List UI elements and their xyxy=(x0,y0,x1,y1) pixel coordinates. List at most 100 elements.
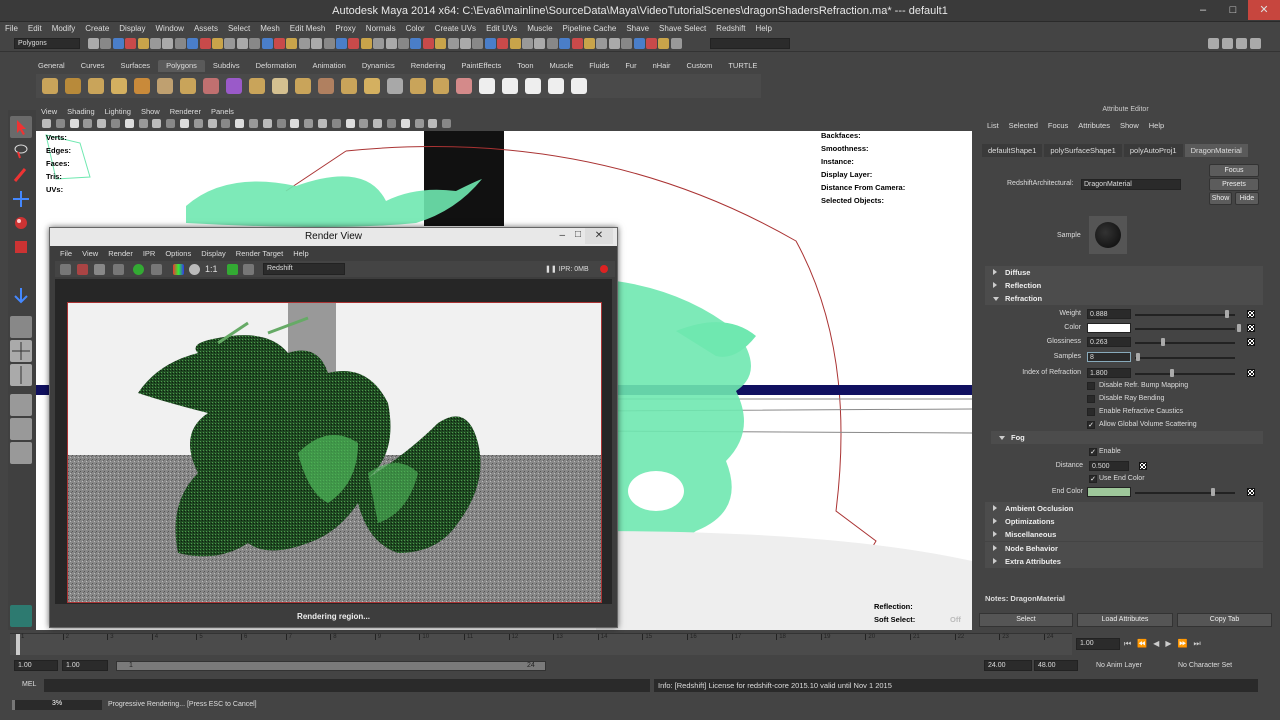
current-frame-field[interactable]: 1.00 xyxy=(1076,638,1120,650)
presets-button[interactable]: Presets xyxy=(1209,178,1259,191)
status-line-tool-icon[interactable] xyxy=(187,38,199,49)
status-line-tool-icon[interactable] xyxy=(584,38,595,49)
shelf-tab-polygons[interactable]: Polygons xyxy=(158,60,205,72)
viewport-toolbar-icon[interactable] xyxy=(414,119,424,128)
move-tool-icon[interactable] xyxy=(10,188,32,210)
menu-mesh[interactable]: Mesh xyxy=(255,22,285,36)
copy-tab-button[interactable]: Copy Tab xyxy=(1177,613,1272,627)
section-reflection[interactable]: Reflection xyxy=(985,279,1263,292)
menu-muscle[interactable]: Muscle xyxy=(522,22,557,36)
viewport-toolbar-icon[interactable] xyxy=(55,119,65,128)
renderer-dropdown[interactable]: Redshift xyxy=(263,263,345,275)
go-to-start-icon[interactable]: ⏮ xyxy=(1124,639,1137,648)
viewport-toolbar-icon[interactable] xyxy=(387,119,396,128)
ae-menu-focus[interactable]: Focus xyxy=(1043,120,1073,132)
section-ambient-occlusion[interactable]: Ambient Occlusion xyxy=(985,502,1263,515)
render-view-menu-ipr[interactable]: IPR xyxy=(138,248,161,260)
status-line-tool-icon[interactable] xyxy=(261,38,273,49)
persp-outliner-layout-icon[interactable] xyxy=(10,394,32,416)
ae-menu-help[interactable]: Help xyxy=(1144,120,1169,132)
menu-modify[interactable]: Modify xyxy=(47,22,81,36)
ae-tab-polyautoproj1[interactable]: polyAutoProj1 xyxy=(1123,144,1183,157)
menu-pipeline-cache[interactable]: Pipeline Cache xyxy=(558,22,622,36)
shelf-tool-icon[interactable] xyxy=(134,78,150,94)
viewport-toolbar-icon[interactable] xyxy=(428,119,438,128)
status-line-tool-icon[interactable] xyxy=(224,38,236,49)
panel-toggle-icon[interactable] xyxy=(1250,38,1261,49)
shelf-tab-general[interactable]: General xyxy=(30,60,73,72)
viewport-toolbar-icon[interactable] xyxy=(124,119,134,128)
render-view-menu-display[interactable]: Display xyxy=(196,248,231,260)
menu-edit-mesh[interactable]: Edit Mesh xyxy=(285,22,331,36)
ae-menu-selected[interactable]: Selected xyxy=(1004,120,1043,132)
disable-ray-bending-checkbox[interactable] xyxy=(1087,395,1095,403)
global-volume-scattering-checkbox[interactable]: ✓ xyxy=(1087,421,1095,429)
shelf-tool-icon[interactable] xyxy=(479,78,495,94)
status-line-tool-icon[interactable] xyxy=(571,38,583,49)
color-slider[interactable] xyxy=(1135,328,1235,330)
render-region-icon[interactable] xyxy=(113,264,124,275)
shelf-tool-icon[interactable] xyxy=(456,78,472,94)
status-line-tool-icon[interactable] xyxy=(125,38,137,49)
shelf-tool-icon[interactable] xyxy=(249,78,265,94)
scale-tool-icon[interactable] xyxy=(10,236,32,258)
ior-slider[interactable] xyxy=(1135,373,1235,375)
menu-shave-select[interactable]: Shave Select xyxy=(654,22,711,36)
end-time-field[interactable]: 48.00 xyxy=(1034,660,1078,671)
shelf-tool-icon[interactable] xyxy=(341,78,357,94)
pause-icon[interactable]: ❚❚ xyxy=(545,266,557,273)
color-map-button[interactable] xyxy=(1247,324,1255,332)
ae-tab-polysurfaceshape1[interactable]: polySurfaceShape1 xyxy=(1044,144,1122,157)
render-view-menu-file[interactable]: File xyxy=(55,248,77,260)
shelf-tool-icon[interactable] xyxy=(387,78,403,94)
shelf-tab-rendering[interactable]: Rendering xyxy=(403,60,454,72)
minimize-button[interactable]: – xyxy=(1188,0,1218,20)
status-line-tool-icon[interactable] xyxy=(137,38,149,49)
range-slider[interactable]: 1 24 xyxy=(116,661,546,671)
step-forward-frame-icon[interactable]: ⏩ xyxy=(1177,639,1193,648)
shelf-tab-custom[interactable]: Custom xyxy=(679,60,721,72)
refresh-icon[interactable] xyxy=(133,264,144,275)
time-slider[interactable]: 1 2 3 4 5 6 7 8 9 10 11 12 13 14 15 16 17 18 19 20 21 22 23 24 xyxy=(10,633,1072,655)
shelf-tab-toon[interactable]: Toon xyxy=(509,60,541,72)
shelf-tool-icon[interactable] xyxy=(548,78,564,94)
shelf-tool-icon[interactable] xyxy=(42,78,58,94)
status-line-tool-icon[interactable] xyxy=(472,38,484,49)
shelf-tool-icon[interactable] xyxy=(180,78,196,94)
glossiness-field[interactable]: 0.263 xyxy=(1087,337,1131,347)
shelf-tab-fluids[interactable]: Fluids xyxy=(581,60,617,72)
weight-slider[interactable] xyxy=(1135,314,1235,316)
end-color-map-button[interactable] xyxy=(1247,488,1255,496)
ae-menu-attributes[interactable]: Attributes xyxy=(1073,120,1115,132)
shelf-tab-surfaces[interactable]: Surfaces xyxy=(112,60,158,72)
viewport-menu-renderer[interactable]: Renderer xyxy=(165,106,206,118)
viewport-menu-panels[interactable]: Panels xyxy=(206,106,239,118)
render-view-menu-render-target[interactable]: Render Target xyxy=(231,248,288,260)
render-view-menu-options[interactable]: Options xyxy=(160,248,196,260)
shelf-tab-subdivs[interactable]: Subdivs xyxy=(205,60,248,72)
viewport-toolbar-icon[interactable] xyxy=(442,119,452,128)
menu-help[interactable]: Help xyxy=(751,22,777,36)
viewport-toolbar-icon[interactable] xyxy=(166,119,176,128)
status-line-tool-icon[interactable] xyxy=(336,38,347,49)
go-to-end-icon[interactable]: ⏭ xyxy=(1193,639,1206,648)
viewport-menu-lighting[interactable]: Lighting xyxy=(100,106,136,118)
node-name-field[interactable]: DragonMaterial xyxy=(1081,179,1181,190)
disable-bump-checkbox[interactable] xyxy=(1087,382,1095,390)
status-line-tool-icon[interactable] xyxy=(323,38,335,49)
status-line-tool-icon[interactable] xyxy=(447,38,459,49)
step-back-key-icon[interactable]: ⏪ xyxy=(1137,639,1153,648)
shelf-tool-icon[interactable] xyxy=(525,78,541,94)
render-view-close-button[interactable]: ✕ xyxy=(585,228,613,244)
focus-button[interactable]: Focus xyxy=(1209,164,1259,177)
viewport-toolbar-icon[interactable] xyxy=(207,119,217,128)
current-time-indicator[interactable] xyxy=(16,634,20,655)
status-line-tool-icon[interactable] xyxy=(360,38,372,49)
render-view-menu-render[interactable]: Render xyxy=(103,248,138,260)
anim-layer-dropdown[interactable]: No Anim Layer xyxy=(1096,662,1142,669)
step-back-frame-icon[interactable]: ◀ xyxy=(1153,639,1165,648)
select-tool-icon[interactable] xyxy=(10,116,32,138)
redo-render-icon[interactable] xyxy=(60,264,71,275)
character-set-dropdown[interactable]: No Character Set xyxy=(1178,662,1232,669)
shelf-tab-turtle[interactable]: TURTLE xyxy=(720,60,765,72)
